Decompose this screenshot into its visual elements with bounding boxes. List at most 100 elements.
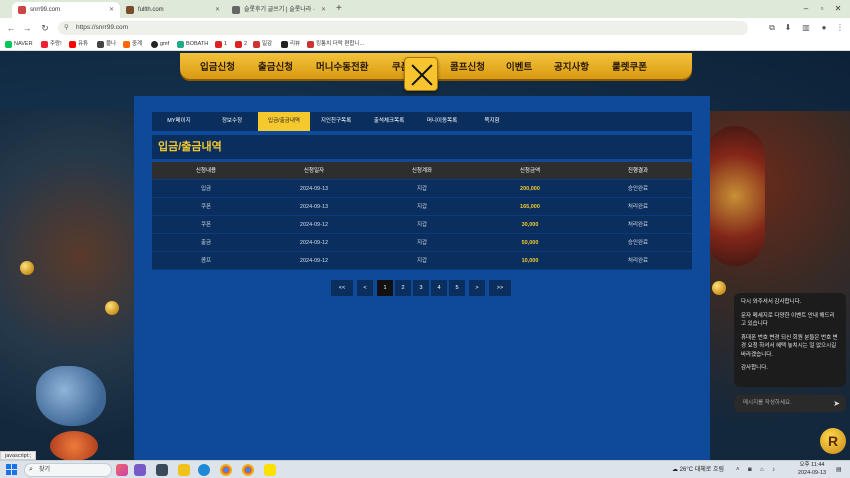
page-viewport: 입금신청 출금신청 머니수동전환 쿠폰 콤프신청 이벤트 공지사항 룰렛쿠폰 M… [0, 51, 850, 460]
weather-widget[interactable]: ☁ 26°C 대체로 흐림 [672, 464, 724, 476]
table-row: 콤프 2024-09-12 지갑 10,000 처리완료 [152, 252, 692, 270]
volume-icon[interactable]: ♪ [772, 464, 775, 476]
bookmark-item[interactable]: 중계 [122, 39, 142, 50]
tab-title: snrr99.com [30, 7, 61, 13]
chat-launcher-button[interactable]: R [820, 428, 846, 454]
close-icon[interactable] [404, 57, 438, 91]
address-toolbar: ← → ↻ ⚲ https://snrr99.com ⧉ ⬇ ▥ ● ⋮ [0, 18, 850, 38]
bookmark-item[interactable]: 2 [234, 39, 247, 50]
mypage-panel: MY페이지 정보수정 입금/출금내역 지인친구목록 출석체크목록 머니이동목록 … [134, 96, 710, 460]
bookmark-item[interactable]: 일감 [252, 39, 272, 50]
browser-tab-active[interactable]: snrr99.com ✕ [12, 2, 120, 18]
bookmark-item[interactable]: 리뷰 [280, 39, 300, 50]
nav-withdraw[interactable]: 출금신청 [258, 59, 293, 73]
roulette-wheel-image [705, 126, 765, 266]
account-cell: 지갑 [416, 186, 428, 192]
nav-comp[interactable]: 콤프신청 [450, 59, 485, 73]
nav-roulette-coupon[interactable]: 룰렛쿠폰 [612, 59, 647, 73]
page-button[interactable]: 2 [395, 280, 411, 296]
next-page-button[interactable]: > [469, 280, 485, 296]
site-info-icon[interactable]: ⚲ [64, 21, 69, 35]
windows-start-icon[interactable] [6, 464, 18, 476]
page-button[interactable]: 5 [449, 280, 465, 296]
browser-tab[interactable]: 슬롯후기 글쓰기 | 슬롯나라 · ✕ [226, 2, 332, 18]
coin-image [712, 281, 726, 295]
close-tab-icon[interactable]: ✕ [109, 2, 114, 18]
history-table: 신청내용 신청일자 신청계좌 신청금액 진행결과 입금 2024-09-13 지… [152, 162, 692, 270]
page-button-current[interactable]: 1 [377, 280, 393, 296]
site-favicon-icon [232, 6, 240, 14]
bookmark-item[interactable]: 블나 [96, 39, 116, 50]
widgets-app-icon[interactable] [116, 464, 128, 476]
reload-icon[interactable]: ↻ [38, 21, 52, 35]
nav-events[interactable]: 이벤트 [506, 59, 532, 73]
chrome-browser-icon[interactable] [242, 464, 254, 476]
page-button[interactable]: 4 [431, 280, 447, 296]
close-window-icon[interactable]: ✕ [826, 0, 850, 18]
taskbar-clock[interactable]: 오후 11:44 2024-09-13 [792, 462, 832, 477]
tab-deposit-withdraw-history[interactable]: 입금/출금내역 [258, 112, 310, 131]
bookmark-item[interactable]: 주랑! [40, 39, 62, 50]
profile-icon[interactable]: ● [818, 22, 830, 34]
send-icon[interactable]: ➤ [833, 395, 840, 412]
tab-messages[interactable]: 쪽지함 [468, 112, 516, 131]
split-view-icon[interactable]: ▥ [800, 22, 812, 34]
bookmark-item[interactable]: gmf [150, 39, 169, 50]
tab-money-move[interactable]: 머니이동목록 [416, 112, 468, 131]
weather-text: 26°C 대체로 흐림 [679, 467, 725, 473]
network-icon[interactable]: ⌂ [760, 464, 764, 476]
bookmark-item[interactable]: 유튜 [68, 39, 88, 50]
taskbar-app-icon[interactable] [134, 464, 146, 476]
menu-icon[interactable]: ⋮ [834, 22, 846, 34]
task-view-icon[interactable] [156, 464, 168, 476]
windows-taskbar: ⌕ 찾기 ☁ 26°C 대체로 흐림 ˄ ◙ ⌂ ♪ 오후 11:44 2024… [0, 460, 850, 478]
tray-app-icon[interactable]: ◙ [748, 464, 752, 476]
column-header: 신청계좌 [411, 168, 433, 174]
url-input[interactable]: ⚲ https://snrr99.com [58, 21, 748, 35]
prev-page-button[interactable]: < [357, 280, 373, 296]
notifications-icon[interactable]: ▤ [836, 464, 842, 476]
account-cell: 지갑 [416, 240, 428, 246]
amount-cell: 30,000 [521, 222, 539, 228]
bookmark-item[interactable]: 킹통치 더락 편합니... [306, 39, 364, 50]
edge-browser-icon[interactable] [198, 464, 210, 476]
chat-input[interactable]: 메시지를 작성하세요. ➤ [734, 395, 846, 412]
table-row: 쿠폰 2024-09-12 지갑 30,000 처리완료 [152, 216, 692, 234]
tab-friends[interactable]: 지인친구목록 [310, 112, 362, 131]
tray-chevron-icon[interactable]: ˄ [736, 464, 740, 476]
nav-money-transfer[interactable]: 머니수동전환 [316, 59, 368, 73]
forward-icon[interactable]: → [20, 21, 34, 35]
download-icon[interactable]: ⬇ [782, 22, 794, 34]
account-cell: 지갑 [416, 204, 428, 210]
taskbar-search-input[interactable]: ⌕ 찾기 [24, 463, 112, 477]
kakaotalk-icon[interactable] [264, 464, 276, 476]
nav-deposit[interactable]: 입금신청 [200, 59, 235, 73]
amount-cell: 200,000 [520, 186, 540, 192]
file-explorer-icon[interactable] [178, 464, 190, 476]
chat-input-placeholder: 메시지를 작성하세요. [743, 400, 792, 406]
extensions-icon[interactable]: ⧉ [766, 22, 778, 34]
bookmark-item[interactable]: 1 [214, 39, 227, 50]
back-icon[interactable]: ← [4, 21, 18, 35]
close-tab-icon[interactable]: ✕ [321, 2, 326, 18]
tab-mypage[interactable]: MY페이지 [152, 112, 206, 131]
clock-date: 2024-09-13 [797, 469, 827, 476]
nav-notice[interactable]: 공지사항 [554, 59, 589, 73]
search-label: 찾기 [39, 467, 51, 473]
amount-cell: 50,000 [521, 240, 539, 246]
close-tab-icon[interactable]: ✕ [215, 2, 220, 18]
chat-message-box: 다시 와주셔서 감사합니다. 문자 메세지로 다양한 이벤트 안내 해드리고 있… [734, 293, 846, 387]
tab-attendance[interactable]: 출석체크목록 [362, 112, 416, 131]
column-header: 신청내용 [195, 168, 217, 174]
chrome-browser-icon[interactable] [220, 464, 232, 476]
bookmark-item[interactable]: BOBATH [176, 39, 208, 50]
first-page-button[interactable]: << [331, 280, 353, 296]
bookmark-item[interactable]: NAVER [4, 39, 33, 50]
browser-tab[interactable]: fullth.com ✕ [120, 2, 226, 18]
tab-edit-info[interactable]: 정보수정 [206, 112, 258, 131]
coin-image [105, 301, 119, 315]
last-page-button[interactable]: >> [489, 280, 511, 296]
new-tab-icon[interactable]: + [336, 2, 342, 16]
amount-cell: 10,000 [521, 258, 539, 264]
page-button[interactable]: 3 [413, 280, 429, 296]
